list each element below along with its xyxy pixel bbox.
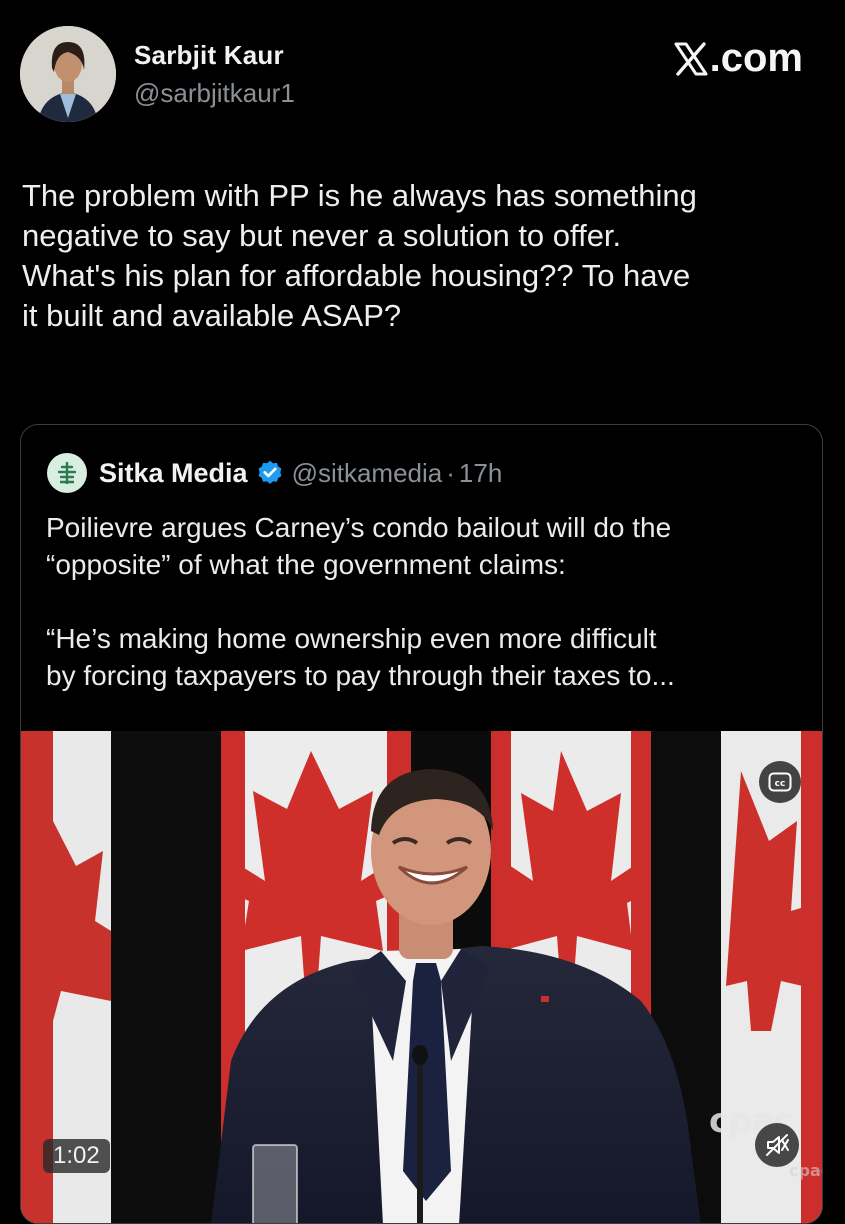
quoted-author-name[interactable]: Sitka Media — [99, 458, 248, 489]
mute-icon — [766, 1134, 789, 1156]
quoted-post-card[interactable]: Sitka Media @sitkamedia · 17h Poilievre … — [20, 424, 823, 1224]
site-name-suffix: .com — [709, 36, 803, 80]
author-name[interactable]: Sarbjit Kaur — [134, 40, 284, 71]
x-logo-icon — [674, 41, 708, 76]
cc-icon: cc — [768, 772, 792, 792]
svg-text:cc: cc — [775, 779, 786, 789]
quoted-post-text: Poilievre argues Carney’s condo bailout … — [46, 512, 675, 691]
closed-captions-button[interactable]: cc — [759, 761, 801, 803]
author-handle[interactable]: @sarbjitkaur1 — [134, 78, 295, 109]
mute-button[interactable] — [755, 1123, 799, 1167]
video-thumbnail — [21, 731, 822, 1223]
quoted-post-header: Sitka Media @sitkamedia · 17h — [47, 453, 502, 493]
author-avatar[interactable] — [20, 26, 116, 122]
video-player[interactable]: cc cpac cpac 1:02 — [21, 731, 822, 1223]
quoted-author-handle[interactable]: @sitkamedia — [292, 458, 443, 489]
water-glass — [252, 1144, 298, 1223]
post-text: The problem with PP is he always has som… — [22, 178, 697, 333]
site-brand: .com — [673, 36, 803, 81]
cpac-watermark-small: cpac — [789, 1161, 822, 1180]
post-timestamp[interactable]: 17h — [459, 458, 502, 489]
avatar-image — [20, 26, 116, 122]
video-duration: 1:02 — [43, 1139, 110, 1173]
sitka-tree-icon — [57, 462, 77, 484]
separator-dot: · — [446, 457, 455, 488]
quoted-author-avatar[interactable] — [47, 453, 87, 493]
verified-badge-icon — [258, 460, 281, 484]
post-header: Sarbjit Kaur @sarbjitkaur1 .com — [20, 26, 825, 126]
